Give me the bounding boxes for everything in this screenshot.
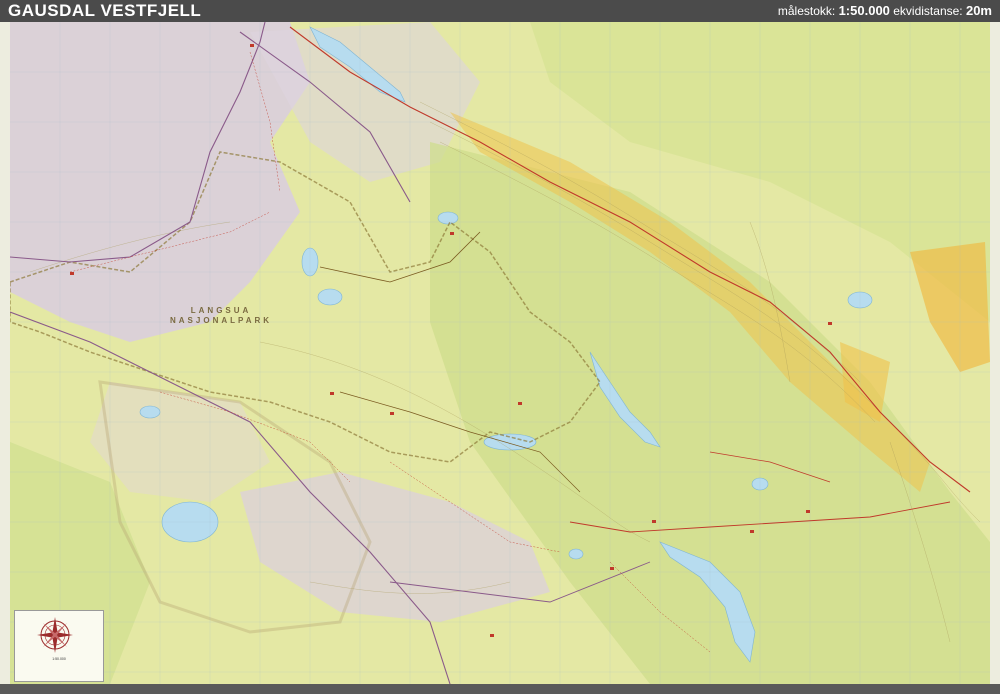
park-label: LANGSUA NASJONALPARK: [170, 306, 272, 326]
lake-park-2: [317, 288, 343, 306]
lake-park-3: [437, 211, 459, 225]
map-title: GAUSDAL VESTFJELL: [8, 1, 202, 20]
bottom-ruler: [0, 684, 1000, 694]
contour-label: ekvidistanse:: [893, 4, 963, 18]
park-name-line1: LANGSUA: [190, 306, 252, 315]
lake-small-south: [568, 548, 584, 560]
lake-west: [139, 405, 161, 419]
scale-label: målestokk:: [777, 4, 836, 18]
left-ruler: [0, 22, 10, 684]
scale-info: målestokk: 1:50.000 ekvidistanse: 20m: [778, 3, 992, 18]
legend-scale: 1:50.000: [52, 657, 66, 661]
map-header: GAUSDAL VESTFJELL målestokk: 1:50.000 ek…: [0, 0, 1000, 22]
contour-value: 20m: [965, 3, 992, 18]
compass-rose-icon: [37, 617, 73, 653]
map-canvas: [10, 22, 990, 684]
park-name-line2: NASJONALPARK: [170, 316, 273, 325]
right-ruler: [990, 22, 1000, 684]
topographic-map[interactable]: LANGSUA NASJONALPARK 1:50.000: [10, 22, 990, 684]
legend-panel: 1:50.000: [14, 610, 104, 682]
scale-value: 1:50.000: [838, 3, 890, 18]
map-sheet: GAUSDAL VESTFJELL målestokk: 1:50.000 ek…: [0, 0, 1000, 694]
